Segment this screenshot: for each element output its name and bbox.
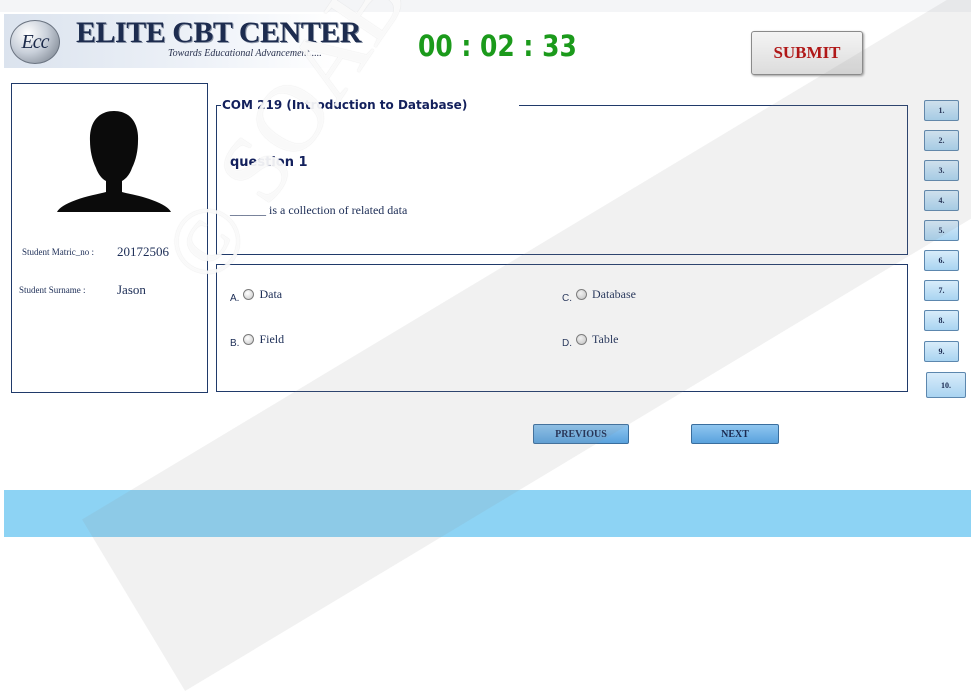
question-panel bbox=[216, 105, 908, 255]
option-text: Table bbox=[592, 332, 619, 346]
tagline: Towards Educational Advancement..... bbox=[168, 48, 322, 59]
option-letter: B. bbox=[230, 338, 240, 349]
surname-value: Jason bbox=[117, 282, 146, 297]
radio-d[interactable] bbox=[576, 334, 587, 345]
radio-a[interactable] bbox=[243, 289, 255, 300]
question-nav-button-2[interactable]: 2. bbox=[924, 130, 959, 151]
option-c[interactable]: C. Database bbox=[562, 285, 636, 304]
option-letter: D. bbox=[562, 338, 572, 349]
option-a[interactable]: A. Data bbox=[230, 285, 282, 304]
next-button[interactable]: NEXT bbox=[691, 424, 779, 444]
top-strip bbox=[0, 0, 971, 12]
question-nav-button-1[interactable]: 1. bbox=[924, 100, 959, 121]
footer-bar bbox=[4, 490, 971, 537]
avatar-silhouette-icon bbox=[57, 111, 171, 212]
question-nav-button-8[interactable]: 8. bbox=[924, 310, 959, 331]
course-title: COM 219 (Introduction to Database) bbox=[221, 98, 469, 112]
question-nav-button-10[interactable]: 10. bbox=[926, 372, 966, 398]
question-nav-button-9[interactable]: 9. bbox=[924, 341, 959, 362]
question-nav-button-5[interactable]: 5. bbox=[924, 220, 959, 241]
options-panel bbox=[216, 264, 908, 392]
logo-text: Ecc bbox=[21, 30, 50, 53]
radio-b[interactable] bbox=[243, 334, 255, 345]
question-nav-button-3[interactable]: 3. bbox=[924, 160, 959, 181]
option-d[interactable]: D. Table bbox=[562, 330, 618, 349]
question-number: question 1 bbox=[230, 155, 308, 170]
option-text: Data bbox=[259, 287, 283, 301]
question-text: ______ is a collection of related data bbox=[230, 203, 408, 217]
logo-icon: Ecc bbox=[10, 20, 60, 64]
option-text: Database bbox=[592, 287, 636, 301]
matric-value: 20172506 bbox=[117, 244, 169, 259]
question-nav-button-7[interactable]: 7. bbox=[924, 280, 959, 301]
question-nav-button-6[interactable]: 6. bbox=[924, 250, 959, 271]
option-letter: C. bbox=[562, 293, 572, 304]
option-b[interactable]: B. Field bbox=[230, 330, 284, 349]
brand-name: ELITE CBT CENTER bbox=[76, 16, 361, 49]
countdown-timer: 00 : 02 : 33 bbox=[418, 29, 577, 63]
radio-c[interactable] bbox=[576, 289, 587, 300]
submit-button[interactable]: SUBMIT bbox=[751, 31, 863, 75]
option-text: Field bbox=[259, 332, 285, 346]
surname-label: Student Surname : bbox=[19, 285, 86, 295]
previous-button[interactable]: PREVIOUS bbox=[533, 424, 629, 444]
option-letter: A. bbox=[230, 293, 240, 304]
question-nav-button-4[interactable]: 4. bbox=[924, 190, 959, 211]
matric-label: Student Matric_no : bbox=[22, 247, 94, 257]
student-panel: Student Matric_no : 20172506 Student Sur… bbox=[11, 83, 208, 393]
panel-border-right bbox=[519, 105, 907, 106]
logo-banner: Ecc ELITE CBT CENTER Towards Educational… bbox=[4, 14, 361, 68]
